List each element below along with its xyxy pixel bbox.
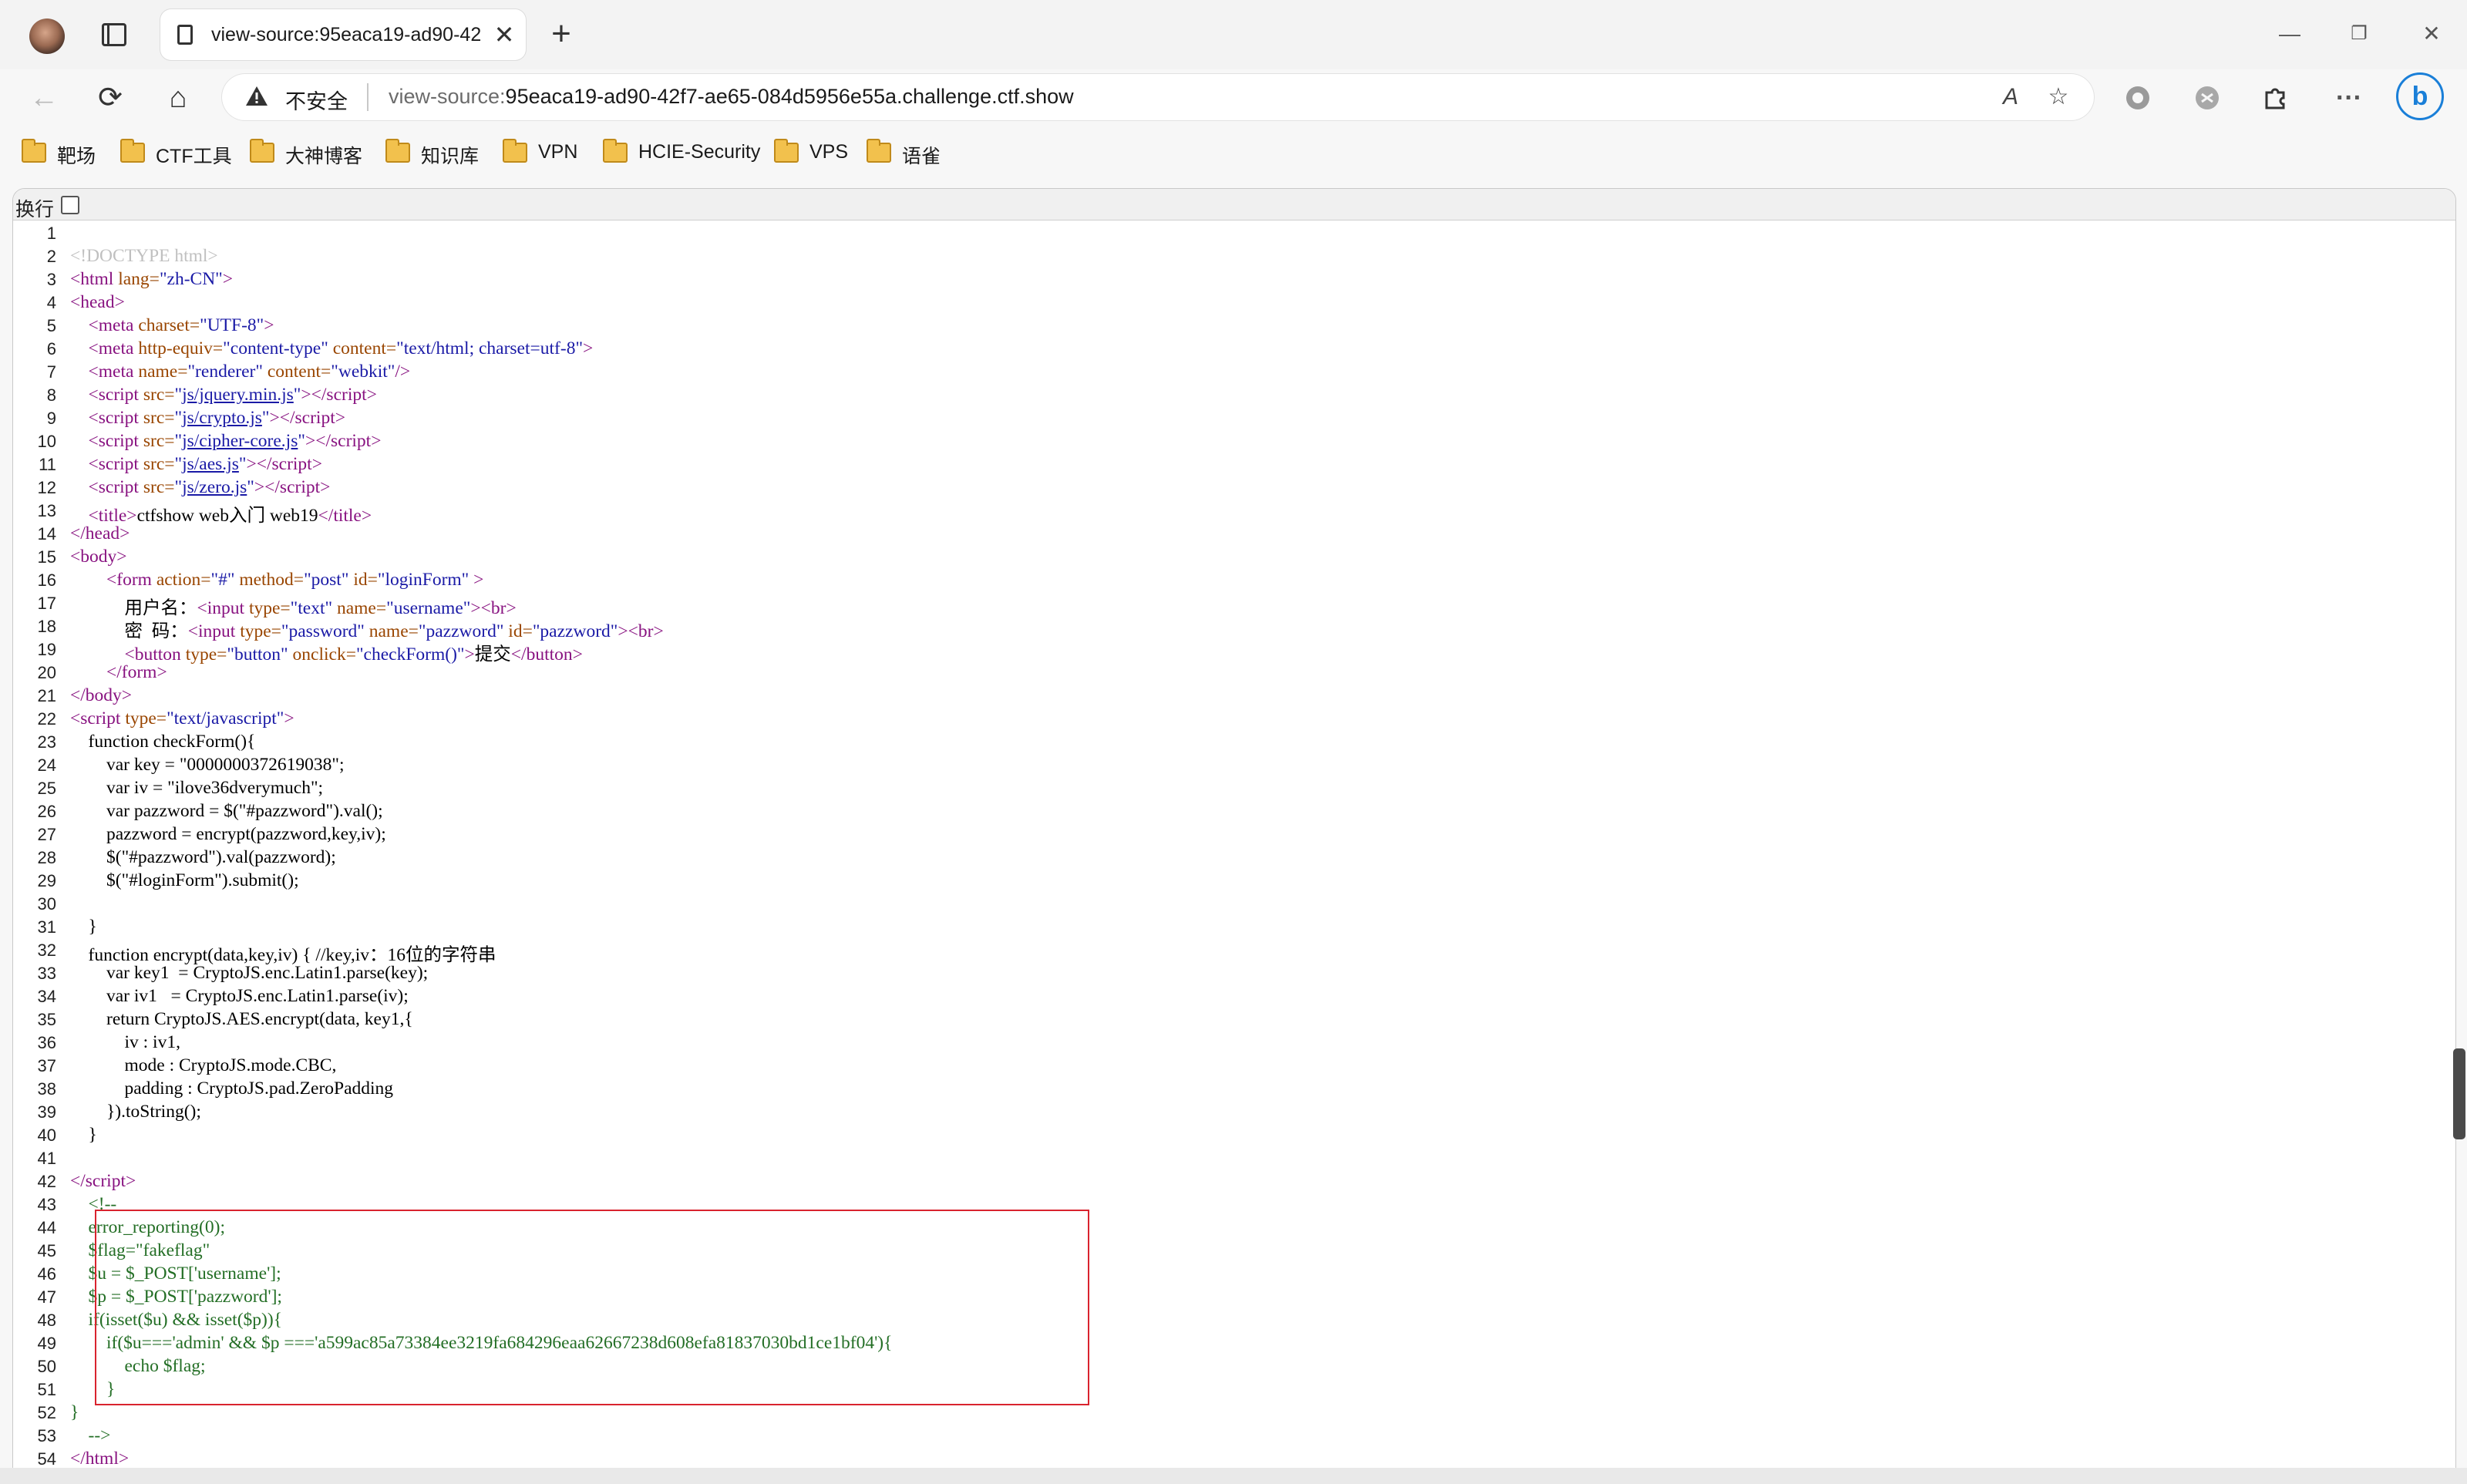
tab-view-source[interactable]: view-source:95eaca19-ad90-42f7- ✕ [160,9,526,60]
code-line: 18 密 码：<input type="password" name="pazz… [37,617,664,641]
scrollbar-thumb[interactable] [2453,1048,2465,1139]
extension-icon[interactable] [2188,79,2226,117]
code-line: 8 <script src="js/jquery.min.js"></scrip… [46,385,377,405]
code-line: 2 <!DOCTYPE html> [46,246,218,266]
folder-icon [250,139,274,163]
code-line: 40 } [37,1125,97,1145]
folder-icon [867,139,891,163]
new-tab-button[interactable]: + [543,17,580,54]
code-line: 54 </html> [37,1449,130,1469]
code-line: 16 <form action="#" method="post" id="lo… [37,570,484,590]
code-line: 31 } [37,917,97,937]
security-status[interactable]: 不安全 [285,85,348,115]
highlight-box [95,1210,1089,1405]
code-line: 35 return CryptoJS.AES.encrypt(data, key… [37,1009,413,1029]
tab-strip: view-source:95eaca19-ad90-42f7- ✕ + — ❐ … [0,0,2467,69]
source-link[interactable]: js/cipher-core.js [182,431,298,451]
code-line: 1 [46,224,56,243]
code-line: 36 iv : iv1, [37,1032,180,1052]
code-line: 11 <script src="js/aes.js"></script> [39,454,322,474]
code-line: 52} [37,1402,79,1422]
reload-button[interactable]: ⟳ [91,79,130,117]
code-line: 42 </script> [37,1171,136,1191]
code-line: 37 mode : CryptoJS.mode.CBC, [37,1055,337,1075]
source-link[interactable]: js/zero.js [182,477,247,497]
code-line: 24 var key = "0000000372619038"; [37,755,345,775]
folder-icon [385,139,410,163]
code-line: 30 [37,894,56,914]
code-line: 13 <title>ctfshow web入门 web19</title> [37,501,372,526]
more-options-icon[interactable]: ··· [2330,79,2368,117]
source-link[interactable]: js/aes.js [182,454,239,474]
close-tab-icon[interactable]: ✕ [490,21,518,49]
wrap-toolbar: 换行 [13,189,2455,220]
warning-icon[interactable] [245,85,268,108]
url-text[interactable]: view-source:95eaca19-ad90-42f7-ae65-084d… [389,85,1074,109]
code-line: 25 var iv = "ilove36dverymuch"; [37,778,324,798]
favorite-icon[interactable]: ☆ [2043,82,2074,113]
window-bottom-edge [0,1468,2467,1484]
code-line: 17 用户名：<input type="text" name="username… [37,594,517,618]
extension-icon[interactable] [2119,79,2157,117]
tab-actions-icon[interactable] [102,23,126,46]
folder-icon [503,139,527,163]
code-line: 27 pazzword = encrypt(pazzword,key,iv); [37,824,386,844]
copilot-icon[interactable]: b [2396,72,2444,120]
address-bar[interactable]: 不安全 view-source:95eaca19-ad90-42f7-ae65-… [222,74,2094,120]
code-line: 5 <meta charset="UTF-8"> [46,315,274,335]
bookmarks-bar: 靶场 CTF工具 大神博客 知识库 VPN HCIE-Security VPS … [0,125,2467,183]
code-line: 15 <body> [37,547,127,567]
maximize-button[interactable]: ❐ [2336,17,2382,51]
source-link[interactable]: js/jquery.min.js [182,385,294,405]
code-line: 3 <html lang="zh-CN"> [46,269,234,289]
code-line: 9 <script src="js/crypto.js"></script> [46,408,345,428]
tab-title: view-source:95eaca19-ad90-42f7- [211,24,481,45]
code-line: 6 <meta http-equiv="content-type" conten… [46,338,594,358]
divider [367,83,369,111]
toolbar: ← ⟳ ⌂ 不安全 view-source:95eaca19-ad90-42f7… [0,69,2467,125]
code-line: 21 </body> [37,685,133,705]
code-line: 39 }).toString(); [37,1102,201,1122]
code-line: 7 <meta name="renderer" content="webkit"… [46,362,411,382]
wrap-label: 换行 [15,199,55,220]
read-aloud-icon[interactable]: A [1995,82,2026,113]
puzzle-icon[interactable] [2256,79,2294,117]
code-line: 33 var key1 = CryptoJS.enc.Latin1.parse(… [37,963,429,983]
source-link[interactable]: js/crypto.js [182,408,262,428]
home-button[interactable]: ⌂ [159,79,197,117]
url-prefix: view-source: [389,85,506,108]
back-button[interactable]: ← [25,79,63,117]
code-line: 32 function encrypt(data,key,iv) { //key… [37,941,496,965]
page-icon [177,25,193,45]
code-line: 29 $("#loginForm").submit(); [37,870,299,890]
profile-avatar[interactable] [29,19,65,54]
code-line: 41 [37,1149,56,1168]
code-line: 4 <head> [46,292,125,312]
wrap-checkbox[interactable] [61,196,79,214]
code-line: 38 padding : CryptoJS.pad.ZeroPadding [37,1079,394,1099]
code-line: 22 <script type="text/javascript"> [37,708,294,729]
minimize-button[interactable]: — [2267,17,2313,51]
code-line: 34 var iv1 = CryptoJS.enc.Latin1.parse(i… [37,986,409,1006]
folder-icon [120,139,145,163]
code-line: 20 </form> [37,662,167,682]
code-line: 14 </head> [37,523,130,543]
code-line: 12 <script src="js/zero.js"></script> [37,477,331,497]
code-line: 53 --> [37,1425,111,1445]
view-source-pane: 换行 1 2 <!DOCTYPE html> 3 <html lang="zh-CN… [12,188,2456,1469]
code-line: 10 <script src="js/cipher-core.js"></scr… [37,431,382,451]
code-line: 23 function checkForm(){ [37,732,256,752]
folder-icon [603,139,628,163]
close-window-button[interactable]: ✕ [2408,17,2455,51]
code-line: 26 var pazzword = $("#pazzword").val(); [37,801,383,821]
code-line: 28 $("#pazzword").val(pazzword); [37,847,336,867]
folder-icon [774,139,799,163]
url-host: 95eaca19-ad90-42f7-ae65-084d5956e55a.cha… [505,85,1074,108]
folder-icon [22,139,46,163]
code-line: 19 <button type="button" onclick="checkF… [37,640,583,665]
